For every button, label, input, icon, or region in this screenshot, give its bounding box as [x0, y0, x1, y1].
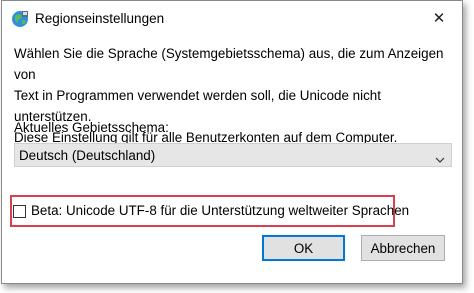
- locale-label: Aktuelles Gebietsschema:: [14, 120, 169, 135]
- close-button[interactable]: ✕: [416, 1, 462, 35]
- region-settings-dialog: Regionseinstellungen ✕ Wählen Sie die Sp…: [1, 0, 463, 284]
- locale-dropdown-value: Deutsch (Deutschland): [19, 148, 156, 163]
- globe-icon: [11, 10, 29, 28]
- title-bar: Regionseinstellungen ✕: [2, 1, 462, 37]
- window-title: Regionseinstellungen: [35, 11, 165, 26]
- locale-dropdown[interactable]: Deutsch (Deutschland): [14, 143, 452, 167]
- chevron-down-icon: [435, 151, 445, 163]
- utf8-checkbox-label[interactable]: Beta: Unicode UTF-8 für die Unterstützun…: [31, 203, 409, 218]
- description-line: Wählen Sie die Sprache (Systemgebietssch…: [14, 46, 444, 82]
- close-icon: ✕: [432, 10, 446, 27]
- utf8-checkbox[interactable]: [13, 205, 26, 218]
- cancel-button[interactable]: Abbrechen: [361, 235, 445, 261]
- ok-button[interactable]: OK: [262, 235, 345, 261]
